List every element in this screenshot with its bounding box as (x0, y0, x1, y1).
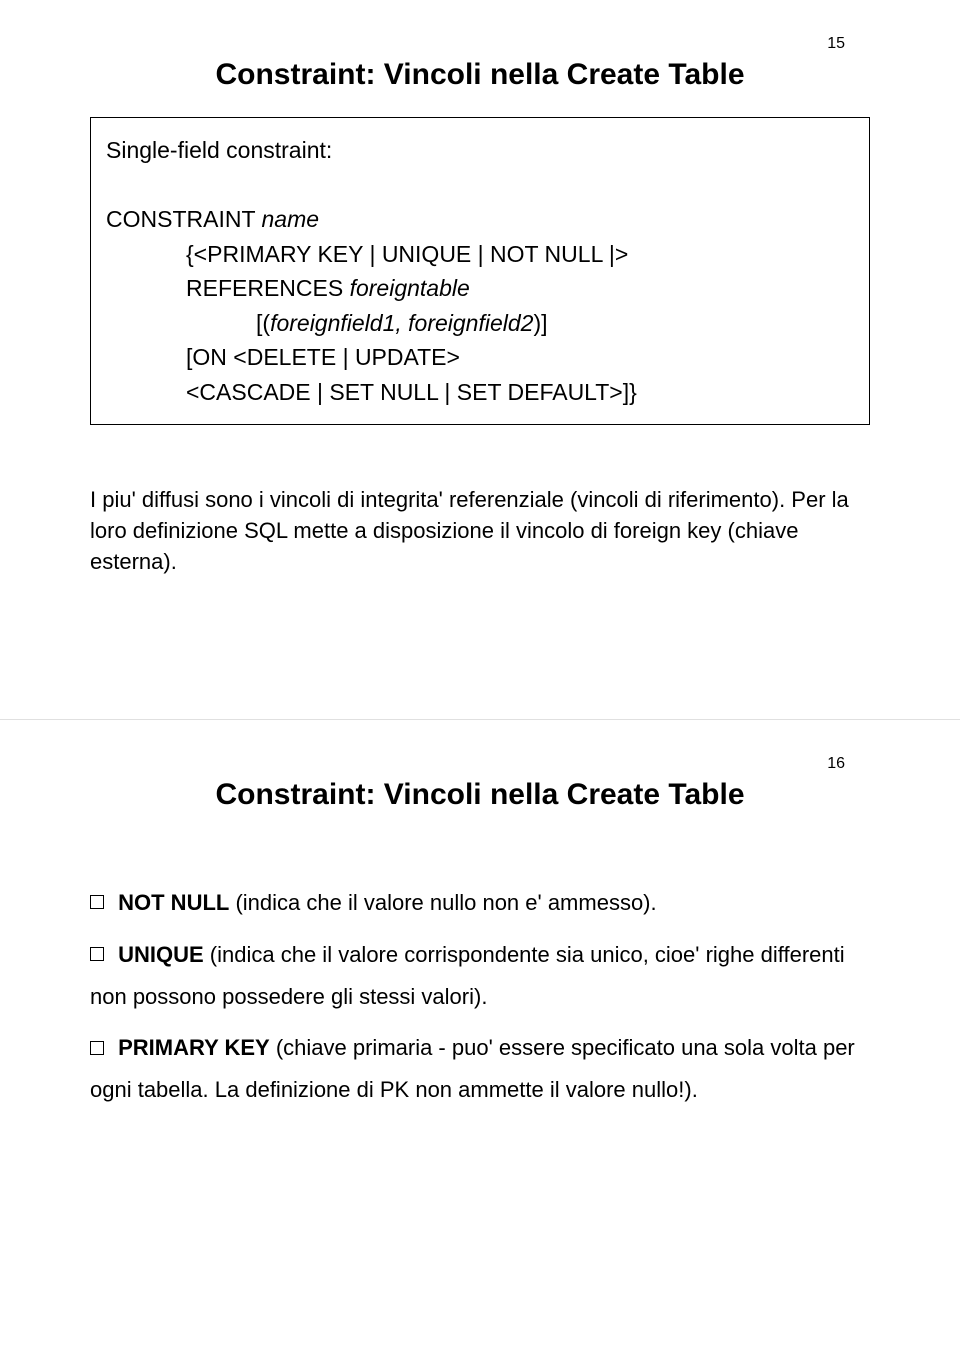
syntax-line-constraint: CONSTRAINT name (106, 202, 854, 237)
bullet-item-unique: UNIQUE (indica che il valore corrisponde… (90, 934, 870, 1018)
bullet-keyword: NOT NULL (118, 890, 229, 915)
bullet-item-primarykey: PRIMARY KEY (chiave primaria - puo' esse… (90, 1027, 870, 1111)
syntax-intro: Single-field constraint: (106, 133, 854, 168)
fields-prefix: [( (256, 310, 270, 336)
bullet-item-notnull: NOT NULL (indica che il valore nullo non… (90, 882, 870, 924)
syntax-box: Single-field constraint: CONSTRAINT name… (90, 117, 870, 425)
foreign-table: foreigntable (350, 275, 470, 301)
references-keyword: REFERENCES (186, 275, 350, 301)
slide-15: 15 Constraint: Vincoli nella Create Tabl… (0, 0, 960, 720)
slide-description: I piu' diffusi sono i vincoli di integri… (90, 485, 870, 577)
syntax-line-primary: {<PRIMARY KEY | UNIQUE | NOT NULL |> (106, 237, 854, 272)
bullet-marker-icon (90, 895, 104, 909)
slide-16: 16 Constraint: Vincoli nella Create Tabl… (0, 720, 960, 1367)
bullet-list: NOT NULL (indica che il valore nullo non… (90, 882, 870, 1111)
syntax-line-cascade: <CASCADE | SET NULL | SET DEFAULT>]} (106, 375, 854, 410)
bullet-text: (indica che il valore corrispondente sia… (90, 942, 845, 1009)
page-number: 16 (827, 755, 845, 773)
foreign-fields: foreignfield1, foreignfield2 (270, 310, 533, 336)
fields-suffix: )] (533, 310, 547, 336)
bullet-keyword: UNIQUE (118, 942, 204, 967)
syntax-line-references: REFERENCES foreigntable (106, 271, 854, 306)
syntax-line-fields: [(foreignfield1, foreignfield2)] (106, 306, 854, 341)
bullet-keyword: PRIMARY KEY (118, 1035, 270, 1060)
bullet-marker-icon (90, 1041, 104, 1055)
slide-title: Constraint: Vincoli nella Create Table (90, 58, 870, 92)
constraint-name: name (261, 206, 319, 232)
bullet-text: (indica che il valore nullo non e' ammes… (229, 890, 656, 915)
bullet-marker-icon (90, 947, 104, 961)
slide-title: Constraint: Vincoli nella Create Table (90, 778, 870, 812)
constraint-keyword: CONSTRAINT (106, 206, 261, 232)
syntax-line-on: [ON <DELETE | UPDATE> (106, 340, 854, 375)
page-number: 15 (827, 35, 845, 53)
